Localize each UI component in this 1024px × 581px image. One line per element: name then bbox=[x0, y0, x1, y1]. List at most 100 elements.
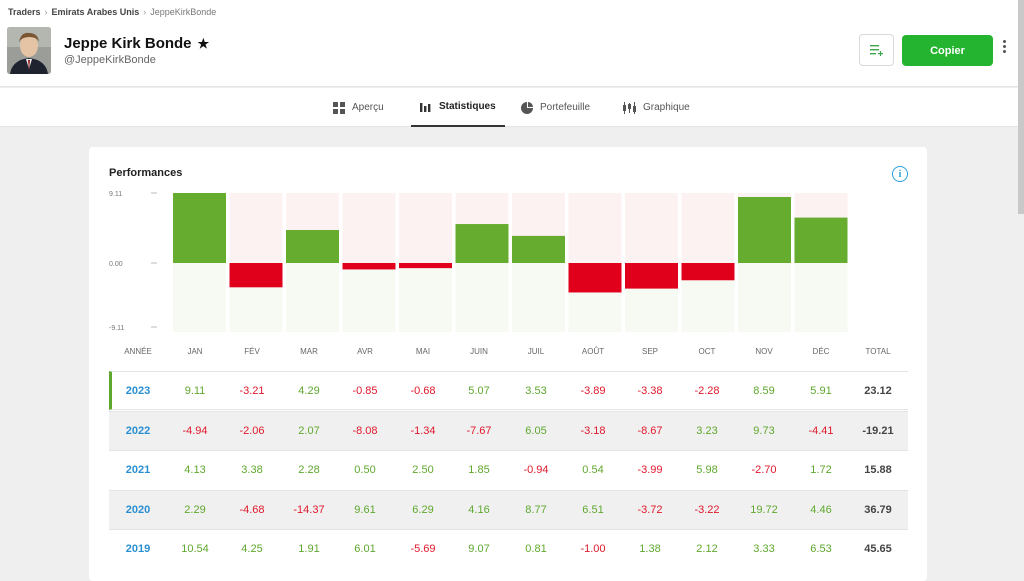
bar-background-upper bbox=[342, 193, 396, 263]
bar-DÉC bbox=[794, 217, 848, 263]
table-cell: 6.53 bbox=[810, 543, 832, 555]
bar-NOV bbox=[738, 196, 791, 263]
table-cell: 1.91 bbox=[298, 543, 320, 555]
bar-background-upper bbox=[229, 193, 283, 263]
table-cell: -8.67 bbox=[637, 424, 663, 437]
row-year[interactable]: 2023 bbox=[126, 385, 150, 397]
table-cell: 0.50 bbox=[354, 464, 376, 476]
row-year[interactable]: 2019 bbox=[126, 543, 150, 555]
table-cell: 2.12 bbox=[696, 543, 718, 555]
bar-background-lower bbox=[512, 263, 565, 332]
tab-graphique[interactable]: Graphique bbox=[623, 88, 690, 127]
tab-statistiques-label: Statistiques bbox=[439, 101, 496, 112]
y-tick-label: 9.11 bbox=[109, 191, 122, 198]
table-cell: -4.41 bbox=[808, 424, 834, 437]
monthly-performance-chart: 9.11 0.00 -9.11 bbox=[109, 191, 848, 332]
copy-button[interactable]: Copier bbox=[902, 35, 993, 66]
bar-JUIN bbox=[455, 224, 509, 263]
pie-chart-icon bbox=[521, 101, 533, 114]
column-header: FÉV bbox=[244, 347, 260, 356]
tab-statistiques[interactable]: Statistiques bbox=[411, 88, 505, 127]
column-header: MAI bbox=[415, 347, 431, 356]
star-icon[interactable]: ★ bbox=[198, 36, 210, 52]
table-cell: 4.16 bbox=[468, 503, 490, 516]
profile-header: Traders › Emirats Arabes Unis › JeppeKir… bbox=[0, 0, 1024, 87]
breadcrumb-current: JeppeKirkBonde bbox=[150, 7, 217, 17]
breadcrumb-country[interactable]: Emirats Arabes Unis bbox=[52, 7, 140, 17]
table-cell: 1.85 bbox=[468, 464, 490, 476]
column-header: TOTAL bbox=[865, 347, 891, 356]
table-cell: 3.33 bbox=[753, 543, 775, 555]
column-header: JUIN bbox=[470, 347, 488, 356]
bar-JUIL bbox=[512, 235, 565, 263]
tab-portefeuille[interactable]: Portefeuille bbox=[521, 88, 590, 127]
table-cell: 6.29 bbox=[412, 503, 434, 516]
tab-apercu[interactable]: Aperçu bbox=[333, 88, 384, 127]
row-total: 45.65 bbox=[864, 543, 892, 555]
table-cell: -2.70 bbox=[751, 464, 777, 476]
row-total: 15.88 bbox=[864, 464, 892, 476]
column-header: SEP bbox=[641, 347, 659, 356]
table-cell: -3.89 bbox=[580, 385, 606, 397]
row-year[interactable]: 2022 bbox=[126, 425, 150, 437]
table-row[interactable]: 2020 2.29 -4.68 -14.37 9.61 6.29 4.16 8.77 6.51 -… bbox=[109, 489, 908, 529]
tab-graphique-label: Graphique bbox=[643, 102, 690, 113]
table-cell: 0.81 bbox=[525, 543, 547, 555]
bar-SEP bbox=[625, 263, 678, 289]
bar-background-lower bbox=[399, 263, 452, 332]
chevron-right-icon: › bbox=[143, 7, 147, 17]
table-row[interactable]: 2021 4.13 3.38 2.28 0.50 2.50 1.85 -0.94 0.54 -3.… bbox=[109, 450, 908, 489]
list-add-icon bbox=[869, 45, 883, 56]
table-cell: 2.29 bbox=[184, 503, 206, 516]
table-cell: 10.54 bbox=[181, 543, 209, 555]
tab-bar: Aperçu Statistiques Portefeuille Graphiq… bbox=[0, 88, 1024, 127]
table-cell: 4.25 bbox=[241, 543, 263, 555]
bar-background-upper bbox=[681, 193, 735, 263]
table-cell: -1.00 bbox=[580, 543, 606, 555]
table-cell: 5.07 bbox=[468, 385, 490, 397]
table-cell: 5.98 bbox=[696, 464, 718, 476]
y-tick-label: -9.11 bbox=[109, 325, 125, 332]
row-year[interactable]: 2020 bbox=[126, 504, 150, 516]
table-cell: -3.18 bbox=[580, 424, 606, 437]
column-header: AOÛT bbox=[581, 347, 605, 356]
tab-apercu-label: Aperçu bbox=[352, 102, 384, 113]
bar-background-upper bbox=[568, 193, 622, 263]
table-cell: -0.68 bbox=[410, 385, 436, 397]
table-cell: 4.46 bbox=[810, 503, 832, 516]
bar-AOÛT bbox=[568, 263, 622, 293]
table-cell: 9.73 bbox=[753, 424, 775, 437]
bar-AVR bbox=[342, 263, 396, 270]
add-to-watchlist-button[interactable] bbox=[859, 34, 894, 66]
bar-background-lower bbox=[455, 263, 509, 332]
table-row[interactable]: 2023 9.11 -3.21 4.29 -0.85 -0.68 5.07 3.53 -3.89… bbox=[109, 371, 908, 410]
breadcrumb: Traders › Emirats Arabes Unis › JeppeKir… bbox=[8, 7, 216, 17]
more-options-icon[interactable] bbox=[999, 40, 1009, 60]
row-year[interactable]: 2021 bbox=[126, 464, 150, 476]
table-cell: 3.53 bbox=[525, 385, 547, 397]
breadcrumb-traders[interactable]: Traders bbox=[8, 7, 41, 17]
table-row[interactable]: 2019 10.54 4.25 1.91 6.01 -5.69 9.07 0.81 -1.00 1… bbox=[109, 529, 908, 568]
table-cell: 4.29 bbox=[298, 385, 320, 397]
table-cell: 1.72 bbox=[810, 464, 832, 476]
bar-chart-icon bbox=[420, 103, 431, 112]
column-header: MAR bbox=[300, 347, 318, 356]
table-cell: 9.11 bbox=[184, 385, 206, 397]
avatar bbox=[7, 27, 51, 74]
table-cell: 5.91 bbox=[810, 385, 832, 397]
column-header: DÉC bbox=[812, 347, 830, 356]
table-cell: 4.13 bbox=[184, 464, 206, 476]
table-cell: -0.94 bbox=[523, 464, 549, 476]
chevron-right-icon: › bbox=[44, 7, 48, 17]
table-cell: -1.34 bbox=[410, 424, 436, 437]
table-cell: -4.94 bbox=[182, 424, 208, 437]
page-scrollbar[interactable] bbox=[1018, 0, 1024, 214]
table-cell: 19.72 bbox=[750, 503, 778, 516]
table-cell: -7.67 bbox=[466, 424, 492, 437]
column-header: ANNÉE bbox=[124, 347, 152, 356]
trader-name: Jeppe Kirk Bonde ★ bbox=[64, 35, 209, 52]
table-cell: 0.54 bbox=[582, 464, 604, 476]
table-cell: -3.99 bbox=[637, 464, 663, 476]
table-cell: -3.38 bbox=[637, 385, 663, 397]
table-row[interactable]: 2022 -4.94 -2.06 2.07 -8.08 -1.34 -7.67 6.05 -3.… bbox=[109, 410, 908, 450]
